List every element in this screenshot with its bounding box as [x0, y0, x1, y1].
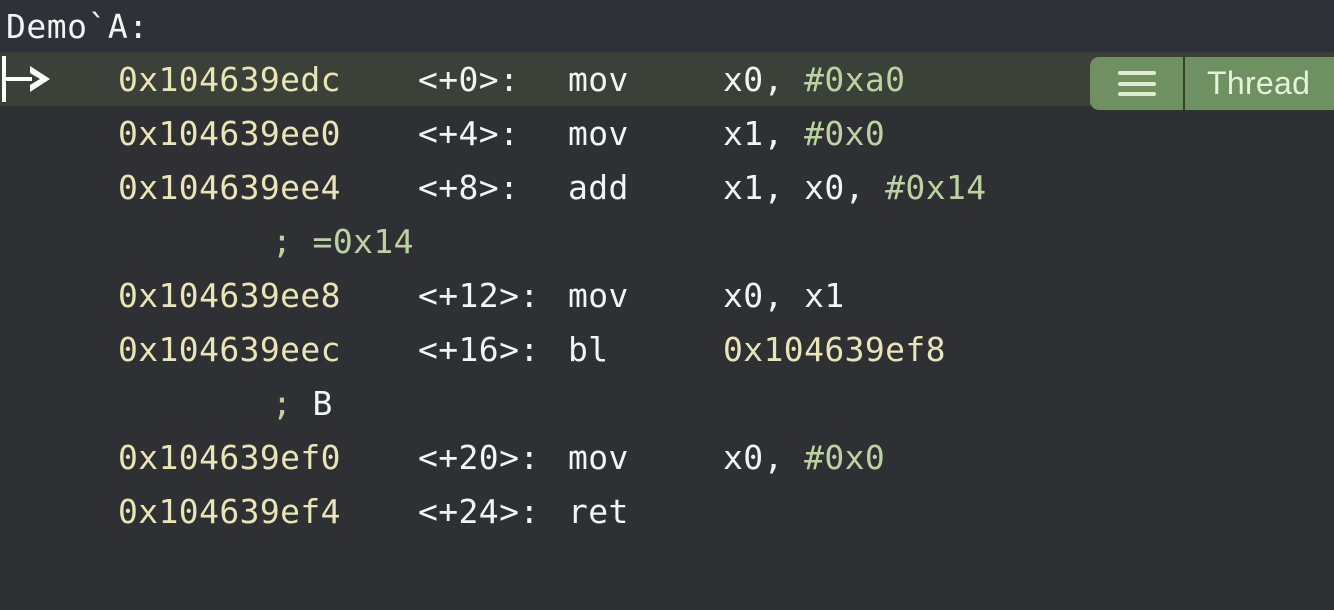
- operand-reg: x0,: [723, 437, 805, 477]
- operand-target: 0x104639ef8: [723, 329, 946, 369]
- thread-menu-button[interactable]: [1090, 57, 1183, 110]
- instruction-offset: <+0>:: [418, 59, 520, 99]
- instruction-mnemonic: mov: [568, 275, 629, 315]
- instruction-offset: <+8>:: [418, 167, 520, 207]
- comment-semicolon: ;: [272, 221, 293, 261]
- comment-semicolon: ;: [272, 383, 293, 423]
- disassembly-view: Demo`A: 0x104639edc <+0>: mov x0, #0xa0 0x10…: [0, 0, 1334, 610]
- comment-text: =0x14: [292, 221, 414, 261]
- instruction-offset: <+12>:: [418, 275, 540, 315]
- instruction-mnemonic: ret: [568, 491, 629, 531]
- disassembly-row[interactable]: 0x104639ef0 <+20>: mov x0, #0x0: [0, 430, 1334, 484]
- page-title: Demo`A:: [6, 6, 149, 46]
- instruction-address: 0x104639ef0: [118, 437, 341, 477]
- instruction-address: 0x104639edc: [118, 59, 341, 99]
- thread-label[interactable]: Thread: [1185, 57, 1334, 110]
- disassembly-row[interactable]: 0x104639ee0 <+4>: mov x1, #0x0: [0, 106, 1334, 160]
- pc-arrow-icon: [0, 52, 60, 106]
- operand-imm: #0x0: [804, 113, 886, 153]
- operand-imm: #0x0: [804, 437, 886, 477]
- instruction-operands: x0, x1: [723, 276, 845, 315]
- instruction-address: 0x104639eec: [118, 329, 341, 369]
- instruction-comment-row: ; B: [0, 376, 1334, 430]
- operand-imm: #0xa0: [804, 59, 906, 99]
- disassembly-row[interactable]: 0x104639eec <+16>: bl 0x104639ef8: [0, 322, 1334, 376]
- instruction-offset: <+24>:: [418, 491, 540, 531]
- instruction-address: 0x104639ef4: [118, 491, 341, 531]
- instruction-operands: x1, x0, #0x14: [723, 168, 987, 207]
- comment-text: B: [292, 383, 333, 423]
- instruction-address: 0x104639ee8: [118, 275, 341, 315]
- disassembly-row[interactable]: 0x104639ee4 <+8>: add x1, x0, #0x14: [0, 160, 1334, 214]
- instruction-offset: <+4>:: [418, 113, 520, 153]
- symbol-header-bar: Demo`A:: [0, 0, 1334, 52]
- instruction-mnemonic: bl: [568, 329, 609, 369]
- operand-reg: x1,: [723, 113, 805, 153]
- operand-reg: x0, x1: [723, 275, 845, 315]
- instruction-operands: x1, #0x0: [723, 114, 885, 153]
- operand-reg: x0,: [723, 59, 805, 99]
- thread-overlay-widget[interactable]: Thread: [1090, 57, 1334, 110]
- instruction-mnemonic: add: [568, 167, 629, 207]
- instruction-address: 0x104639ee4: [118, 167, 341, 207]
- instruction-operands: 0x104639ef8: [723, 330, 946, 369]
- instruction-mnemonic: mov: [568, 59, 629, 99]
- operand-reg: x1, x0,: [723, 167, 886, 207]
- instruction-address: 0x104639ee0: [118, 113, 341, 153]
- disassembly-list[interactable]: 0x104639edc <+0>: mov x0, #0xa0 0x104639ee0 <…: [0, 52, 1334, 610]
- hamburger-icon: [1117, 71, 1156, 96]
- instruction-comment-row: ; =0x14: [0, 214, 1334, 268]
- instruction-operands: x0, #0xa0: [723, 60, 905, 99]
- instruction-mnemonic: mov: [568, 437, 629, 477]
- instruction-mnemonic: mov: [568, 113, 629, 153]
- instruction-offset: <+16>:: [418, 329, 540, 369]
- disassembly-row[interactable]: 0x104639ee8 <+12>: mov x0, x1: [0, 268, 1334, 322]
- operand-imm: #0x14: [885, 167, 987, 207]
- instruction-offset: <+20>:: [418, 437, 540, 477]
- disassembly-row[interactable]: 0x104639ef4 <+24>: ret: [0, 484, 1334, 538]
- instruction-operands: x0, #0x0: [723, 438, 885, 477]
